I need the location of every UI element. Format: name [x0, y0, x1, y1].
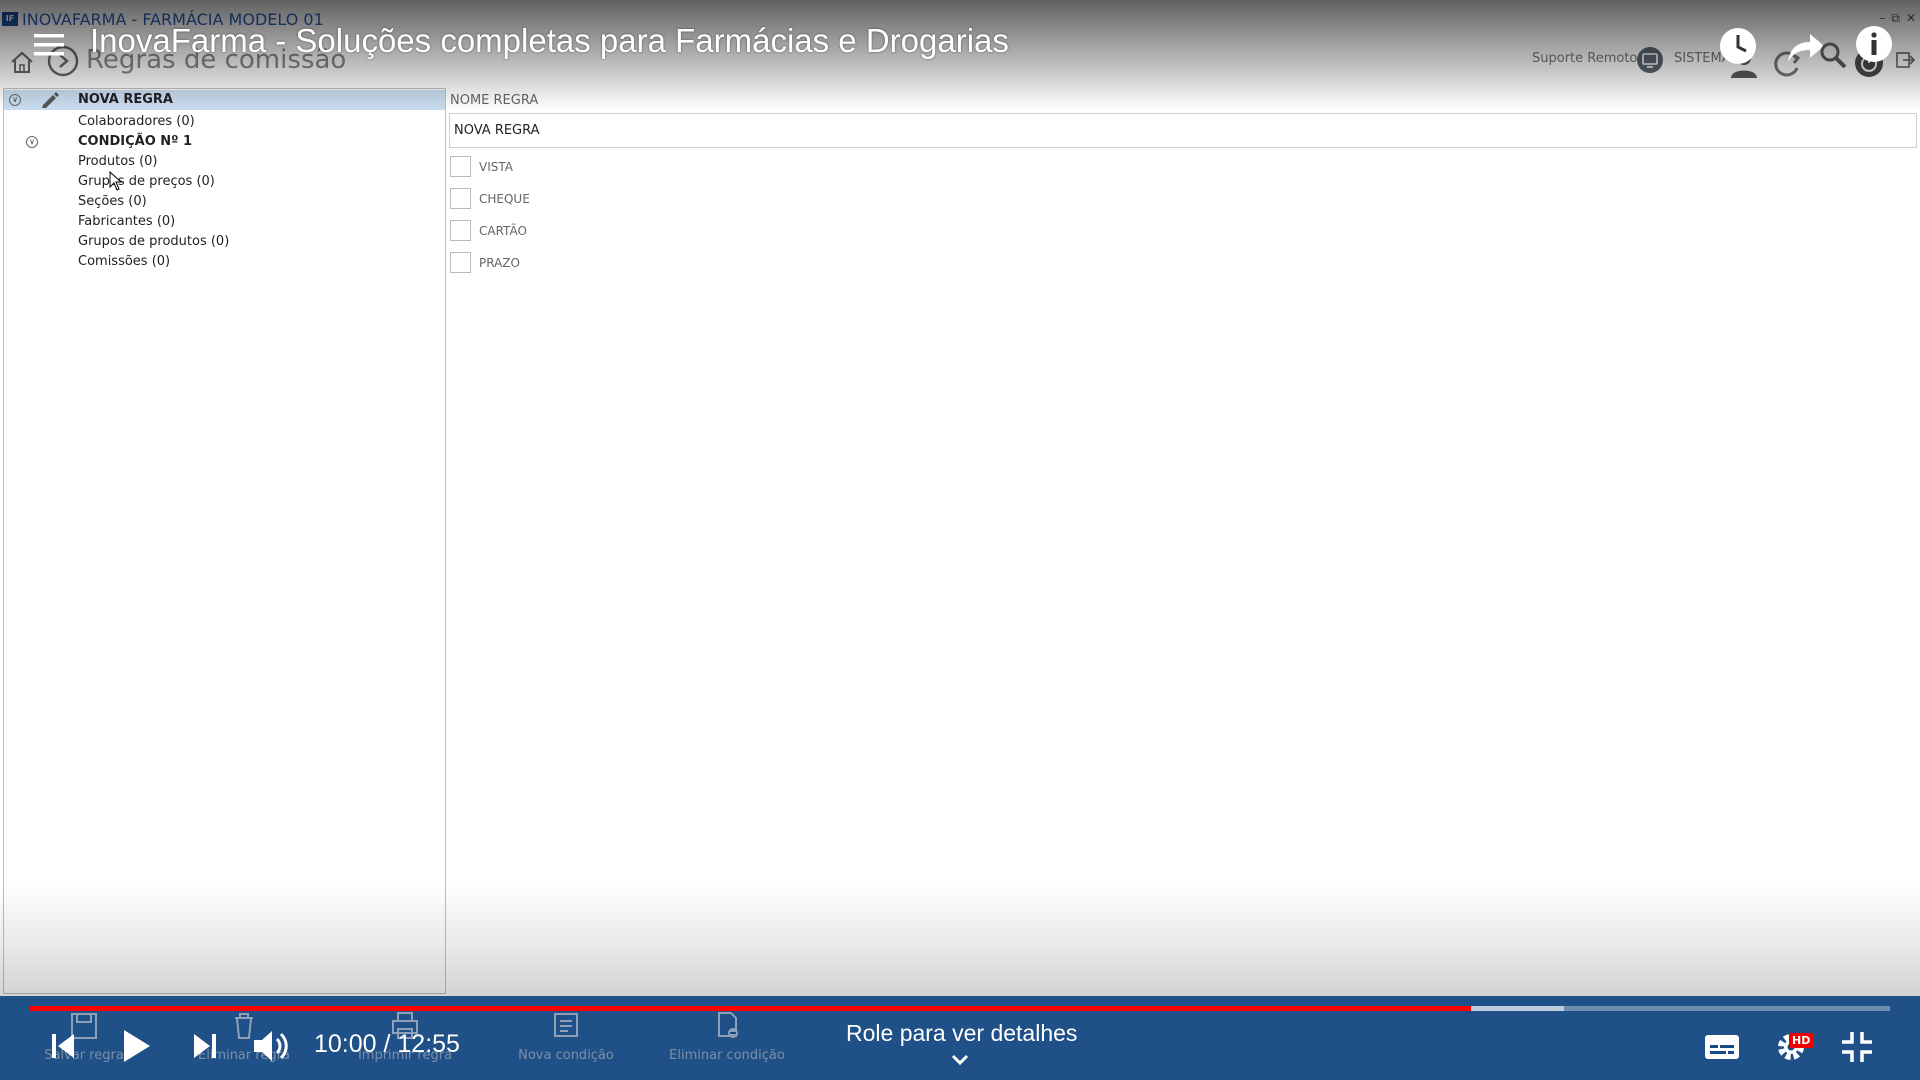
checkbox-label: CHEQUE: [479, 192, 530, 206]
tree-item-label: Grupos de preços (0): [78, 174, 215, 189]
checkbox-label: PRAZO: [479, 256, 520, 270]
tree-item-label: Produtos (0): [78, 154, 158, 169]
progress-played: [30, 1006, 1471, 1011]
condition-label: CONDIÇÃO Nº 1: [78, 134, 193, 149]
chevron-down-icon[interactable]: [951, 1054, 969, 1066]
rule-name-field-label: NOME REGRA: [450, 93, 539, 108]
volume-icon[interactable]: [252, 1028, 292, 1064]
collapse-icon[interactable]: ∨: [9, 94, 21, 106]
menu-icon[interactable]: [34, 32, 64, 58]
time-display: 10:00 / 12:55: [314, 1030, 460, 1058]
app-logo-icon: IF: [2, 12, 18, 26]
checkbox-label: CARTÃO: [479, 224, 527, 238]
pencil-icon: [42, 92, 59, 108]
video-title[interactable]: InovaFarma - Soluções completas para Far…: [90, 22, 1009, 60]
hd-quality-badge: HD: [1789, 1033, 1814, 1048]
tree-node-rule[interactable]: ∨ NOVA REGRA: [4, 90, 445, 110]
previous-icon[interactable]: [50, 1032, 76, 1060]
checkbox[interactable]: [450, 156, 471, 177]
tree-item-label: Grupos de produtos (0): [78, 234, 230, 249]
monitor-icon[interactable]: [1636, 46, 1664, 74]
checkbox[interactable]: [450, 188, 471, 209]
watch-later-icon[interactable]: [1718, 26, 1758, 66]
home-icon[interactable]: [8, 48, 36, 76]
info-icon[interactable]: [1854, 24, 1894, 64]
subtitles-icon[interactable]: [1704, 1034, 1740, 1060]
scroll-for-details-label[interactable]: Role para ver detalhes: [846, 1020, 1077, 1047]
checkbox[interactable]: [450, 252, 471, 273]
mouse-cursor-icon: [109, 171, 123, 191]
exit-fullscreen-icon[interactable]: [1840, 1030, 1874, 1064]
remove-document-icon: [718, 1012, 738, 1038]
rule-tree-panel: ∨ NOVA REGRA Colaboradores (0) ∨ CONDIÇÃ…: [3, 88, 446, 994]
tree-item-label: Fabricantes (0): [78, 214, 176, 229]
play-icon[interactable]: [120, 1028, 152, 1064]
collapse-icon[interactable]: ∨: [26, 136, 38, 148]
tree-item-label: Comissões (0): [78, 254, 171, 269]
new-condition-button[interactable]: Nova condição: [506, 1010, 626, 1070]
checkbox-label: VISTA: [479, 160, 513, 174]
new-condition-label: Nova condição: [518, 1048, 614, 1063]
search-icon[interactable]: [1818, 40, 1848, 70]
rule-name-label: NOVA REGRA: [78, 92, 173, 107]
next-icon[interactable]: [192, 1032, 218, 1060]
checkbox[interactable]: [450, 220, 471, 241]
app-window: IF INOVAFARMA - FARMÁCIA MODELO 01 – ⧉ ✕…: [0, 0, 1920, 1080]
new-document-icon: [554, 1013, 578, 1037]
delete-condition-label: Eliminar condição: [669, 1048, 785, 1063]
remote-support-label[interactable]: Suporte Remoto: [1532, 51, 1637, 66]
rule-name-input[interactable]: [449, 113, 1917, 148]
tree-item-label: Seções (0): [78, 194, 147, 209]
exit-icon[interactable]: [1895, 50, 1915, 70]
close-icon[interactable]: ✕: [1906, 11, 1916, 26]
progress-bar[interactable]: [30, 1006, 1890, 1011]
collaborators-label: Colaboradores (0): [78, 114, 195, 129]
delete-condition-button[interactable]: Eliminar condição: [667, 1010, 787, 1070]
